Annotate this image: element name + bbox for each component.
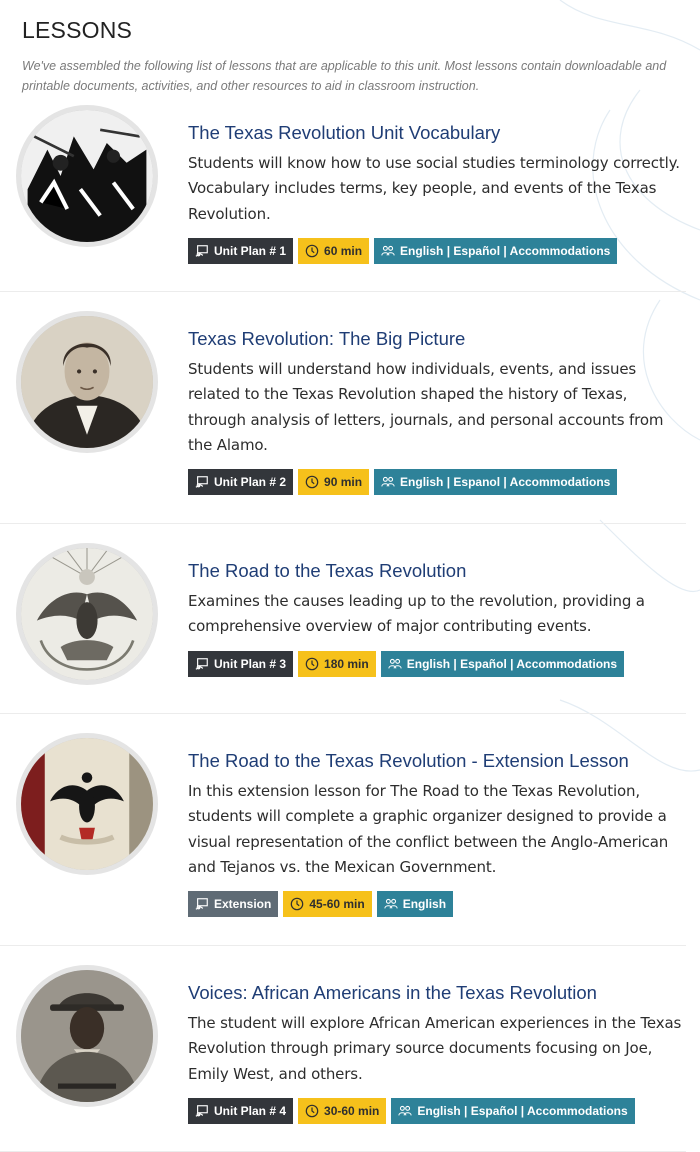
lesson-item: The Texas Revolution Unit Vocabulary Stu… (0, 105, 686, 292)
language-tag: English | Espanol | Accommodations (374, 469, 618, 496)
lesson-description: Examines the causes leading up to the re… (188, 592, 645, 636)
language-tag: English (376, 891, 454, 918)
lesson-title-link[interactable]: The Texas Revolution Unit Vocabulary (188, 121, 686, 145)
mexican-eagle-seal-image[interactable] (16, 543, 158, 685)
lesson-item: Voices: African Americans in the Texas R… (0, 946, 686, 1152)
lesson-description: Students will understand how individuals… (188, 360, 664, 454)
clock-icon (305, 657, 319, 670)
portrait-engraving-image[interactable] (16, 311, 158, 453)
users-icon (384, 899, 398, 909)
presentation-icon (195, 476, 208, 488)
presentation-icon (195, 245, 208, 257)
page-title: LESSONS (22, 17, 133, 43)
eagle-flag-image[interactable] (16, 733, 158, 875)
clock-icon (305, 244, 319, 258)
lesson-title-link[interactable]: The Road to the Texas Revolution (188, 559, 686, 583)
unit-plan-tag: Unit Plan # 4 (188, 1097, 294, 1124)
users-icon (381, 477, 395, 487)
unit-plan-tag: Unit Plan # 1 (188, 237, 294, 264)
duration-tag: 60 min (298, 237, 370, 264)
lesson-title-link[interactable]: The Road to the Texas Revolution - Exten… (188, 749, 686, 773)
unit-plan-tag: Unit Plan # 2 (188, 469, 294, 496)
language-tag: English | Español | Accommodations (391, 1097, 635, 1124)
unit-plan-tag: Unit Plan # 3 (188, 650, 294, 677)
lesson-description: In this extension lesson for The Road to… (188, 782, 669, 876)
users-icon (381, 245, 395, 256)
extension-tag: Extension (188, 891, 279, 918)
language-tag: English | Español | Accommodations (380, 650, 625, 677)
clock-icon (291, 897, 304, 911)
presentation-icon (195, 1105, 208, 1117)
duration-tag: 90 min (298, 469, 370, 496)
presentation-icon (195, 657, 208, 670)
clock-icon (305, 1104, 319, 1118)
duration-tag: 180 min (298, 650, 376, 677)
language-tag: English | Español | Accommodations (374, 237, 618, 264)
lesson-title-link[interactable]: Voices: African Americans in the Texas R… (188, 981, 686, 1005)
lesson-title-link[interactable]: Texas Revolution: The Big Picture (188, 327, 686, 351)
soldier-portrait-image[interactable] (16, 965, 158, 1107)
lesson-item: The Road to the Texas Revolution - Exten… (0, 714, 686, 946)
lesson-description: The student will explore African America… (188, 1014, 682, 1083)
duration-tag: 45-60 min (283, 891, 372, 918)
presentation-icon (195, 898, 208, 910)
lesson-description: Students will know how to use social stu… (188, 154, 680, 223)
intro-text: We've assembled the following list of le… (22, 59, 667, 93)
users-icon (398, 1105, 413, 1116)
battle-engraving-image[interactable] (16, 105, 158, 247)
lesson-item: The Road to the Texas Revolution Examine… (0, 524, 686, 714)
duration-tag: 30-60 min (298, 1097, 387, 1124)
users-icon (388, 658, 402, 669)
clock-icon (305, 475, 319, 489)
lesson-item: Texas Revolution: The Big Picture Studen… (0, 292, 686, 524)
